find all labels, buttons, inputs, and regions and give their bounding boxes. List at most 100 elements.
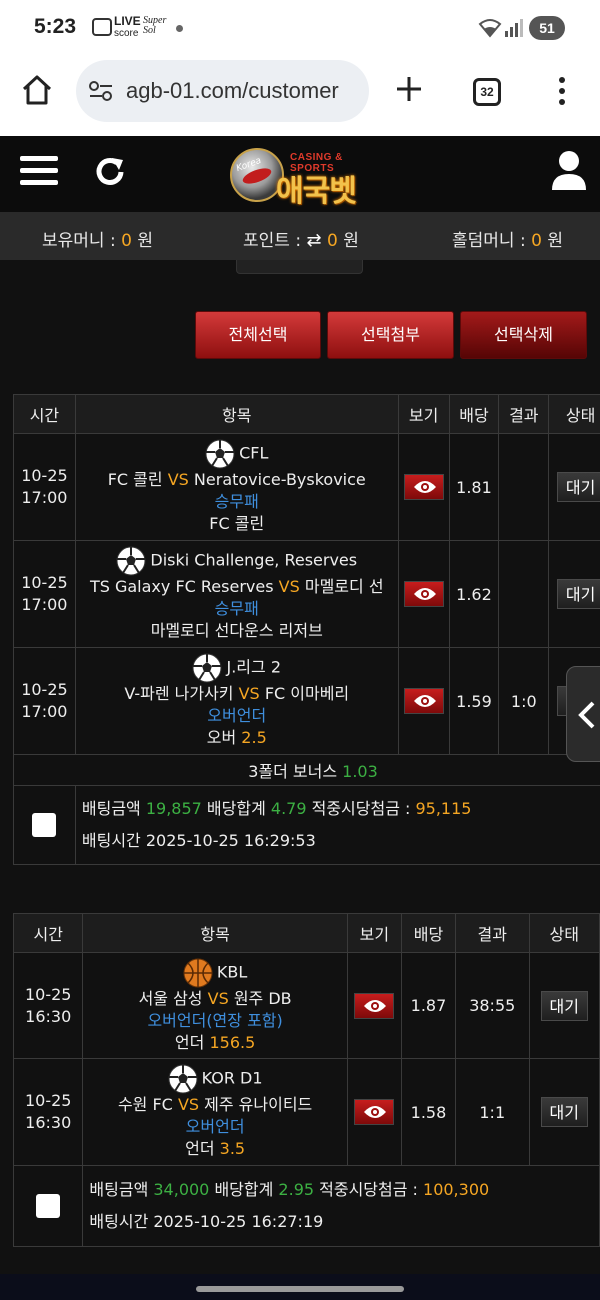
header-time: 시간 xyxy=(12,913,84,953)
home-icon[interactable] xyxy=(20,74,54,106)
chevron-left-icon xyxy=(578,701,595,729)
result-value: 1:1 xyxy=(455,1058,530,1166)
header-odds: 배당 xyxy=(448,394,500,434)
status-cell: 대기 xyxy=(548,433,600,541)
league-name: Diski Challenge, Reserves xyxy=(150,550,358,570)
status-cell: 대기 xyxy=(528,952,600,1059)
battery-indicator: 51 xyxy=(529,16,565,40)
header-result: 결과 xyxy=(498,394,550,434)
eye-icon xyxy=(364,1106,387,1118)
odds-value: 1.87 xyxy=(400,952,457,1059)
match-time: 10-25 16:30 xyxy=(12,1058,84,1166)
select-all-button[interactable]: 전체선택 xyxy=(195,311,321,359)
status-cell: 대기 xyxy=(548,540,600,648)
bet-slip-table: 시간 항목 보기 배당 결과 상태 10-25 16:30 KBL 서울 삼성 V… xyxy=(12,913,600,1247)
home-gesture-bar[interactable] xyxy=(196,1286,404,1292)
bonus-info: 3폴더 보너스 1.03 xyxy=(13,754,600,786)
market-name: 오버언더(연장 포함) xyxy=(147,1010,283,1030)
view-button[interactable] xyxy=(354,992,395,1019)
match-time: 10-25 17:00 xyxy=(13,647,76,755)
pick-name: FC 콜린 xyxy=(209,514,265,533)
delete-selected-button[interactable]: 선택삭제 xyxy=(460,311,587,359)
site-logo[interactable]: Korea CASING & SPORTS 애국벳 xyxy=(228,142,384,210)
odds-value: 1.81 xyxy=(448,433,500,541)
home-team: 서울 삼성 xyxy=(138,988,203,1008)
result-value: 38:55 xyxy=(455,952,530,1059)
menu-icon[interactable] xyxy=(20,156,58,188)
pick-name: 마멜로디 선다운스 리저브 xyxy=(150,621,323,640)
site-header: Korea CASING & SPORTS 애국벳 xyxy=(0,136,600,212)
side-drawer-handle[interactable] xyxy=(566,666,600,762)
user-icon[interactable] xyxy=(551,150,587,192)
market-name: 오버언더 xyxy=(207,706,267,725)
view-button[interactable] xyxy=(403,688,444,714)
exchange-icon[interactable]: ⇄ xyxy=(306,230,321,251)
site-settings-icon[interactable] xyxy=(88,80,114,102)
eye-icon xyxy=(364,999,387,1012)
result-value xyxy=(498,433,550,541)
view-cell xyxy=(346,1058,402,1166)
bonus-row: 3폴더 보너스 1.03 xyxy=(13,754,600,786)
status-badge[interactable]: 대기 xyxy=(540,990,588,1021)
browser-toolbar: agb-01.com/customer 32 xyxy=(0,56,600,136)
vs-label: VS xyxy=(238,684,260,703)
vs-label: VS xyxy=(278,577,300,596)
market-name: 오버언더 xyxy=(185,1117,245,1136)
eye-icon xyxy=(413,695,436,707)
table-row: 10-25 17:00 Diski Challenge, Reserves TS … xyxy=(13,540,600,648)
status-badge[interactable]: 대기 xyxy=(556,472,600,502)
status-time: 5:23 xyxy=(34,15,77,38)
odds-value: 1.58 xyxy=(400,1058,457,1166)
header-item: 항목 xyxy=(82,913,348,953)
address-bar[interactable]: agb-01.com/customer xyxy=(76,60,369,122)
score-label: score xyxy=(114,28,139,39)
header-view: 보기 xyxy=(397,394,450,434)
league-name: KOR D1 xyxy=(201,1068,263,1088)
view-button[interactable] xyxy=(403,581,444,607)
slip-checkbox[interactable] xyxy=(36,1194,61,1218)
logo-title: 애국벳 xyxy=(276,174,357,209)
dropdown-tab[interactable] xyxy=(236,260,363,274)
match-item: Diski Challenge, Reserves TS Galaxy FC R… xyxy=(74,540,399,648)
match-time: 10-25 17:00 xyxy=(13,433,76,541)
table-row: 10-25 17:00 CFL FC 콜린 VS Neratovice-Bysko… xyxy=(13,433,600,541)
match-item: KBL 서울 삼성 VS 원주 DB 오버언더(연장 포함) 언더 156.5 xyxy=(82,952,348,1059)
refresh-icon[interactable] xyxy=(92,154,128,190)
live-label: LIVE xyxy=(114,14,141,28)
home-team: 수원 FC xyxy=(117,1095,173,1114)
url-text: agb-01.com/customer xyxy=(126,78,339,103)
attach-selected-button[interactable]: 선택첨부 xyxy=(327,311,454,359)
header-result: 결과 xyxy=(455,913,530,953)
status-cell: 대기 xyxy=(528,1058,600,1166)
holdem-balance: 홀덤머니 : 0 원 xyxy=(452,231,563,251)
pick-value: 156.5 xyxy=(209,1032,256,1052)
new-tab-icon[interactable] xyxy=(394,74,424,104)
pick-name: 언더 xyxy=(185,1139,215,1158)
table-row: 10-25 17:00 J.리그 2 V-파렌 나가사키 VS FC 이마베리 오… xyxy=(13,647,600,755)
wifi-icon xyxy=(478,19,502,38)
header-time: 시간 xyxy=(13,394,76,434)
tab-switcher-icon[interactable]: 32 xyxy=(473,78,501,106)
status-badge[interactable]: 대기 xyxy=(540,1097,588,1127)
home-team: FC 콜린 xyxy=(107,470,163,489)
bet-time: 2025-10-25 16:29:53 xyxy=(145,831,316,850)
more-vert-icon[interactable] xyxy=(555,76,569,108)
pick-name: 언더 xyxy=(174,1032,205,1052)
basketball-icon xyxy=(183,958,213,987)
table-row: 10-25 16:30 KBL 서울 삼성 VS 원주 DB 오버언더(연장 포함… xyxy=(12,952,600,1059)
table-row: 10-25 16:30 KOR D1 수원 FC VS 제주 유나이티드 오버언더… xyxy=(12,1058,600,1166)
pick-name: 오버 xyxy=(206,728,237,747)
money-balance: 보유머니 : 0 원 xyxy=(42,231,153,251)
away-team: Neratovice-Byskovice xyxy=(193,470,366,489)
payout: 95,115 xyxy=(415,799,472,818)
header-odds: 배당 xyxy=(400,913,457,953)
view-button[interactable] xyxy=(403,474,444,500)
bet-time: 2025-10-25 16:27:19 xyxy=(153,1212,324,1231)
slip-checkbox[interactable] xyxy=(32,813,57,837)
status-badge[interactable]: 대기 xyxy=(556,579,600,609)
notification-dot-icon xyxy=(176,25,183,32)
home-team: TS Galaxy FC Reserves xyxy=(89,577,274,596)
view-button[interactable] xyxy=(354,1099,395,1125)
balance-bar: 보유머니 : 0 원 포인트 : ⇄ 0 원 홀덤머니 : 0 원 xyxy=(0,212,600,260)
match-time: 10-25 17:00 xyxy=(13,540,76,648)
